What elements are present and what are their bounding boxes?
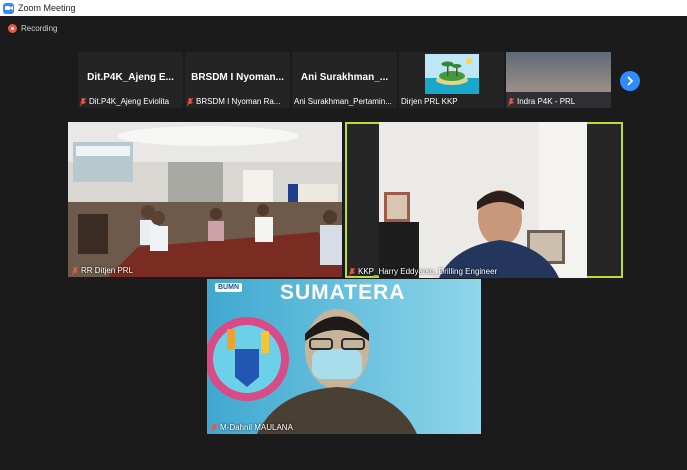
participant-caption-text: Indra P4K - PRL: [517, 97, 576, 106]
participant-caption: Indra P4K - PRL: [508, 97, 575, 106]
participant-caption: Dit.P4K_Ajeng Eviolita: [80, 97, 169, 106]
participant-caption: Dirjen PRL KKP: [401, 97, 458, 106]
strip-participant-4[interactable]: Dirjen PRL KKP: [399, 52, 504, 108]
window-title: Zoom Meeting: [18, 3, 76, 13]
speaker-video: [379, 122, 587, 278]
video-tile-room[interactable]: RR Ditjen PRL: [68, 122, 342, 277]
strip-participant-3[interactable]: Ani Surakhman_... Ani Surakhman_Pertamin…: [292, 52, 397, 108]
muted-mic-icon: [187, 97, 193, 106]
participant-name-label: M-Dahnil MAULANA: [211, 423, 293, 432]
muted-mic-icon: [72, 266, 78, 275]
chevron-right-icon: [627, 76, 634, 86]
recording-label: Recording: [21, 24, 58, 33]
participant-name-text: RR Ditjen PRL: [81, 266, 134, 275]
bumn-logo: BUMN: [215, 283, 242, 292]
participant-name-text: KKP_Harry Eddyarso_Drilling Engineer: [358, 267, 498, 276]
participant-name-label: RR Ditjen PRL: [72, 266, 133, 275]
conference-room-video: [68, 122, 342, 277]
strip-participant-1[interactable]: Dit.P4K_Ajeng E... Dit.P4K_Ajeng Eviolit…: [78, 52, 183, 108]
muted-mic-icon: [508, 97, 514, 106]
video-tile-virtual-bg[interactable]: SUMATERA BUMN M-Dahnil MAULANA: [207, 279, 481, 434]
muted-mic-icon: [349, 267, 355, 276]
strip-participant-5[interactable]: Indra P4K - PRL: [506, 52, 611, 108]
meeting-area: Recording Dit.P4K_Ajeng E... Dit.P4K_Aje…: [0, 16, 687, 470]
participant-caption-text: BRSDM I Nyoman Ra...: [196, 97, 281, 106]
next-page-button[interactable]: [620, 71, 640, 91]
participant-caption: BRSDM I Nyoman Ra...: [187, 97, 280, 106]
title-bar: Zoom Meeting: [0, 0, 687, 16]
participant-caption-text: Ani Surakhman_Pertamin...: [294, 97, 392, 106]
participant-name-text: M-Dahnil MAULANA: [220, 423, 293, 432]
participant-display-name: BRSDM I Nyoman...: [191, 72, 284, 83]
participant-name-label: KKP_Harry Eddyarso_Drilling Engineer: [349, 267, 497, 276]
video-tile-active-speaker[interactable]: KKP_Harry Eddyarso_Drilling Engineer: [345, 122, 623, 278]
muted-mic-icon: [80, 97, 86, 106]
participant-display-name: Ani Surakhman_...: [300, 72, 389, 83]
participant-caption: Ani Surakhman_Pertamin...: [294, 97, 392, 106]
zoom-logo-icon: [3, 2, 14, 14]
participant-display-name: Dit.P4K_Ajeng E...: [87, 72, 174, 83]
banner-title: SUMATERA: [280, 281, 406, 304]
recording-icon: [8, 24, 17, 33]
muted-mic-icon: [211, 423, 217, 432]
recording-indicator[interactable]: Recording: [8, 24, 57, 33]
participant-caption-text: Dirjen PRL KKP: [401, 97, 458, 106]
strip-participant-2[interactable]: BRSDM I Nyoman... BRSDM I Nyoman Ra...: [185, 52, 290, 108]
island-avatar-image: [425, 54, 479, 94]
participant-caption-text: Dit.P4K_Ajeng Eviolita: [89, 97, 170, 106]
